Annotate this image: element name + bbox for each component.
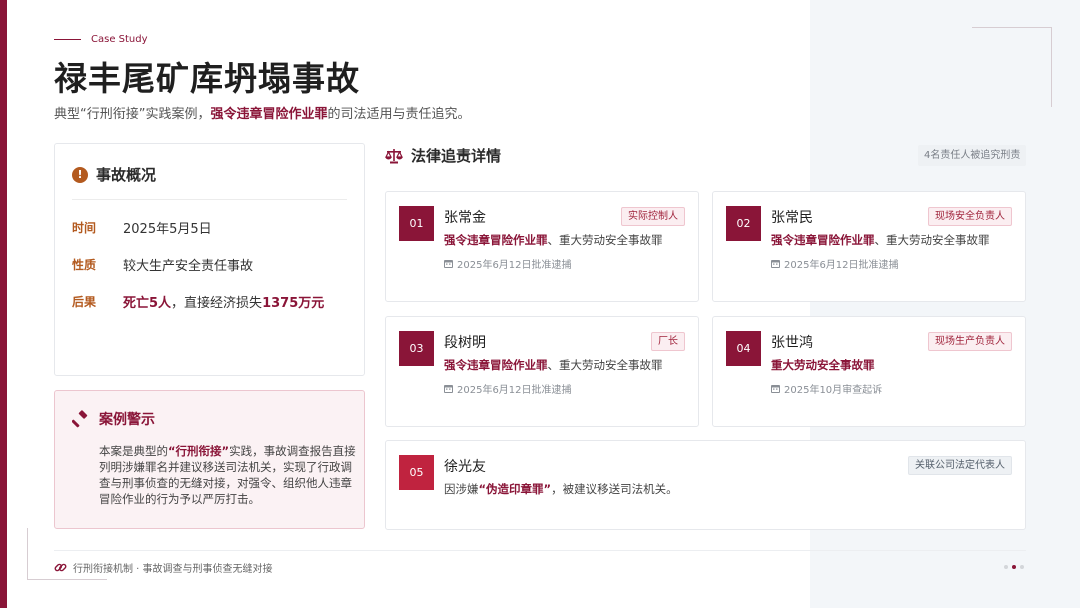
person-charges: 强令违章冒险作业罪、重大劳动安全事故罪 [444, 358, 663, 372]
corner-decoration [972, 27, 1052, 107]
person-name: 张世鸿 [771, 335, 813, 351]
page-dot[interactable] [1020, 565, 1024, 569]
role-badge: 实际控制人 [621, 207, 685, 226]
person-charges: 强令违章冒险作业罪、重大劳动安全事故罪 [444, 233, 663, 247]
eyebrow-line [54, 39, 81, 40]
person-name: 徐光友 [444, 459, 486, 475]
person-card: 05 徐光友 关联公司法定代表人 因涉嫌“伪造印章罪”，被建议移送司法机关。 [385, 440, 1026, 530]
eyebrow-label: Case Study [91, 34, 148, 45]
legal-title: 法律追责详情 [411, 147, 502, 165]
calendar-icon [444, 385, 453, 393]
overview-value: 较大生产安全责任事故 [123, 259, 254, 274]
footer-text: 行刑衔接机制 · 事故调查与刑事侦查无缝对接 [73, 564, 273, 575]
overview-label: 性质 [72, 258, 97, 272]
warning-text: 本案是典型的“行刑衔接”实践，事故调查报告直接列明涉嫌罪名并建议移送司法机关，实… [99, 444, 356, 506]
page-title: 禄丰尾矿库坍塌事故 [54, 59, 360, 98]
person-charges: 因涉嫌“伪造印章罪”，被建议移送司法机关。 [444, 482, 678, 496]
alert-icon: ! [72, 166, 88, 183]
page-dot[interactable] [1004, 565, 1008, 569]
person-number: 05 [399, 455, 434, 490]
overview-row: 性质 较大生产安全责任事故 [72, 255, 347, 274]
person-number: 01 [399, 206, 434, 241]
footer-divider [54, 550, 1026, 551]
page-dots [1004, 565, 1024, 569]
footer: 行刑衔接机制 · 事故调查与刑事侦查无缝对接 [54, 560, 273, 575]
role-badge: 现场生产负责人 [928, 332, 1012, 351]
person-date: 2025年6月12日批准逮捕 [444, 256, 572, 271]
gavel-icon [72, 410, 88, 428]
overview-label: 时间 [72, 221, 97, 235]
overview-card: ! 事故概况 时间 2025年5月5日 性质 较大生产安全责任事故 后果 死亡5… [54, 143, 365, 376]
overview-value: 死亡5人，直接经济损失1375万元 [123, 296, 325, 311]
page-subtitle: 典型“行刑衔接”实践案例，强令违章冒险作业罪的司法适用与责任追究。 [54, 107, 471, 122]
legal-header: 法律追责详情 [385, 145, 501, 166]
person-card: 01 张常金 实际控制人 强令违章冒险作业罪、重大劳动安全事故罪 2025年6月… [385, 191, 699, 302]
count-badge: 4名责任人被追究刑责 [918, 145, 1027, 166]
overview-label: 后果 [72, 295, 97, 309]
overview-row: 时间 2025年5月5日 [72, 218, 347, 237]
role-badge: 现场安全负责人 [928, 207, 1012, 226]
overview-header: ! 事故概况 [72, 164, 347, 200]
page-dot-active[interactable] [1012, 565, 1016, 569]
person-charges: 重大劳动安全事故罪 [771, 358, 875, 372]
person-card: 04 张世鸿 现场生产负责人 重大劳动安全事故罪 2025年10月审查起诉 [712, 316, 1026, 427]
overview-value: 2025年5月5日 [123, 222, 212, 237]
role-badge: 厂长 [651, 332, 685, 351]
person-date: 2025年6月12日批准逮捕 [444, 381, 572, 396]
person-number: 02 [726, 206, 761, 241]
overview-row: 后果 死亡5人，直接经济损失1375万元 [72, 292, 347, 311]
person-card: 03 段树明 厂长 强令违章冒险作业罪、重大劳动安全事故罪 2025年6月12日… [385, 316, 699, 427]
person-number: 04 [726, 331, 761, 366]
person-number: 03 [399, 331, 434, 366]
accent-bar [0, 0, 7, 608]
person-card: 02 张常民 现场安全负责人 强令违章冒险作业罪、重大劳动安全事故罪 2025年… [712, 191, 1026, 302]
person-name: 张常民 [771, 210, 813, 226]
warning-card: 案例警示 本案是典型的“行刑衔接”实践，事故调查报告直接列明涉嫌罪名并建议移送司… [54, 390, 365, 529]
eyebrow: Case Study [54, 34, 148, 45]
calendar-icon [771, 260, 780, 268]
scale-icon [385, 148, 403, 163]
link-icon [54, 563, 67, 572]
calendar-icon [444, 260, 453, 268]
warning-title: 案例警示 [99, 412, 155, 428]
role-badge: 关联公司法定代表人 [908, 456, 1012, 475]
warning-header: 案例警示 [72, 409, 347, 429]
person-name: 张常金 [444, 210, 486, 226]
calendar-icon [771, 385, 780, 393]
person-charges: 强令违章冒险作业罪、重大劳动安全事故罪 [771, 233, 990, 247]
person-date: 2025年6月12日批准逮捕 [771, 256, 899, 271]
overview-title: 事故概况 [96, 166, 157, 184]
person-date: 2025年10月审查起诉 [771, 381, 882, 396]
person-name: 段树明 [444, 335, 486, 351]
